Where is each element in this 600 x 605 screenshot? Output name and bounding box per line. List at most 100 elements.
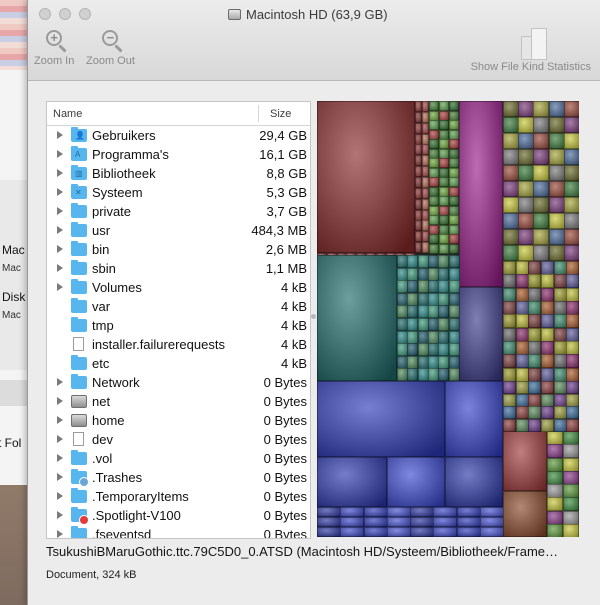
treemap-block[interactable] [422, 199, 429, 210]
treemap-block[interactable] [549, 133, 565, 149]
treemap-block[interactable] [528, 419, 541, 432]
treemap-block[interactable] [407, 280, 418, 293]
treemap-block[interactable] [564, 229, 579, 245]
treemap-block[interactable] [563, 524, 579, 537]
treemap-block[interactable] [547, 471, 563, 485]
treemap-block[interactable] [457, 517, 481, 527]
treemap-block[interactable] [547, 431, 563, 445]
treemap-block[interactable] [563, 511, 579, 525]
treemap-block[interactable] [449, 139, 459, 149]
treemap-block[interactable] [415, 231, 422, 242]
treemap-block[interactable] [541, 406, 554, 419]
treemap-block[interactable] [518, 133, 534, 149]
treemap-block[interactable] [415, 123, 422, 134]
treemap-block[interactable] [563, 497, 579, 511]
treemap-block[interactable] [563, 471, 579, 485]
treemap-block[interactable] [528, 301, 541, 315]
treemap-block[interactable] [533, 245, 549, 261]
treemap-block[interactable] [480, 517, 504, 527]
treemap-block[interactable] [503, 314, 516, 328]
treemap-block[interactable] [541, 368, 554, 382]
list-item[interactable]: Network 0 Bytes [47, 373, 310, 392]
treemap-block[interactable] [503, 328, 516, 342]
treemap-block[interactable] [566, 301, 579, 315]
disclosure-triangle-icon[interactable] [57, 226, 63, 234]
treemap-block[interactable] [438, 368, 449, 381]
treemap-block[interactable] [429, 177, 439, 187]
treemap-block-large[interactable] [459, 101, 503, 287]
treemap-block[interactable] [549, 117, 565, 133]
treemap-block[interactable] [480, 527, 504, 537]
treemap-block-large[interactable] [445, 381, 503, 457]
close-button[interactable] [39, 8, 51, 20]
treemap-block[interactable] [549, 101, 565, 117]
treemap-block[interactable] [449, 255, 460, 268]
treemap-block[interactable] [503, 341, 516, 355]
treemap-block[interactable] [410, 527, 434, 537]
treemap-block[interactable] [433, 517, 457, 527]
treemap-block[interactable] [457, 507, 481, 517]
treemap-block[interactable] [564, 101, 579, 117]
treemap-block[interactable] [564, 181, 579, 197]
disclosure-triangle-icon[interactable] [57, 131, 63, 139]
treemap-block[interactable] [439, 215, 449, 225]
treemap-block[interactable] [564, 165, 579, 181]
disclosure-triangle-icon[interactable] [57, 264, 63, 272]
list-item[interactable]: ▥ Bibliotheek 8,8 GB [47, 164, 310, 183]
treemap-block[interactable] [340, 517, 364, 527]
treemap-block[interactable] [566, 381, 579, 394]
treemap-block[interactable] [433, 527, 457, 537]
disclosure-triangle-icon[interactable] [57, 169, 63, 177]
list-item[interactable]: home 0 Bytes [47, 411, 310, 430]
treemap-block[interactable] [518, 229, 534, 245]
treemap-block[interactable] [439, 139, 449, 149]
treemap-block[interactable] [564, 213, 579, 229]
treemap-block[interactable] [528, 274, 541, 288]
treemap-block[interactable] [422, 155, 429, 166]
treemap-block[interactable] [503, 419, 516, 432]
treemap-block[interactable] [528, 341, 541, 355]
treemap-block[interactable] [566, 406, 579, 419]
treemap-block[interactable] [429, 139, 439, 149]
treemap-block[interactable] [533, 197, 549, 213]
treemap-block[interactable] [449, 101, 459, 111]
treemap-block[interactable] [547, 511, 563, 525]
treemap-block[interactable] [549, 229, 565, 245]
treemap-block[interactable] [364, 517, 388, 527]
treemap-block[interactable] [415, 101, 422, 112]
treemap-block[interactable] [429, 101, 439, 111]
treemap-block-large[interactable] [317, 381, 445, 457]
treemap-block[interactable] [547, 524, 563, 537]
treemap-block[interactable] [566, 341, 579, 355]
treemap-block[interactable] [503, 354, 516, 368]
treemap-block[interactable] [503, 368, 516, 382]
split-view-handle[interactable] [311, 314, 316, 319]
treemap-block[interactable] [317, 517, 341, 527]
treemap-block[interactable] [503, 133, 519, 149]
treemap-block[interactable] [429, 196, 439, 206]
treemap-block[interactable] [407, 343, 418, 356]
treemap-block[interactable] [415, 220, 422, 231]
treemap-block[interactable] [541, 419, 554, 432]
treemap-block[interactable] [422, 177, 429, 188]
treemap-block[interactable] [533, 133, 549, 149]
treemap-block[interactable] [541, 341, 554, 355]
treemap-block[interactable] [433, 507, 457, 517]
treemap-block[interactable] [503, 245, 519, 261]
treemap-block[interactable] [364, 507, 388, 517]
treemap-block[interactable] [422, 220, 429, 231]
treemap-block[interactable] [438, 280, 449, 293]
treemap-block-large[interactable] [317, 101, 415, 253]
list-item[interactable]: sbin 1,1 MB [47, 259, 310, 278]
treemap-block[interactable] [528, 354, 541, 368]
treemap-block[interactable] [503, 117, 519, 133]
list-item[interactable]: .Trashes 0 Bytes [47, 468, 310, 487]
treemap-block[interactable] [566, 314, 579, 328]
treemap-block[interactable] [541, 261, 554, 275]
treemap-block[interactable] [563, 444, 579, 458]
treemap-block[interactable] [503, 301, 516, 315]
disclosure-triangle-icon[interactable] [57, 530, 63, 538]
zoom-button[interactable] [79, 8, 91, 20]
treemap-block[interactable] [422, 231, 429, 242]
treemap-block[interactable] [422, 101, 429, 112]
